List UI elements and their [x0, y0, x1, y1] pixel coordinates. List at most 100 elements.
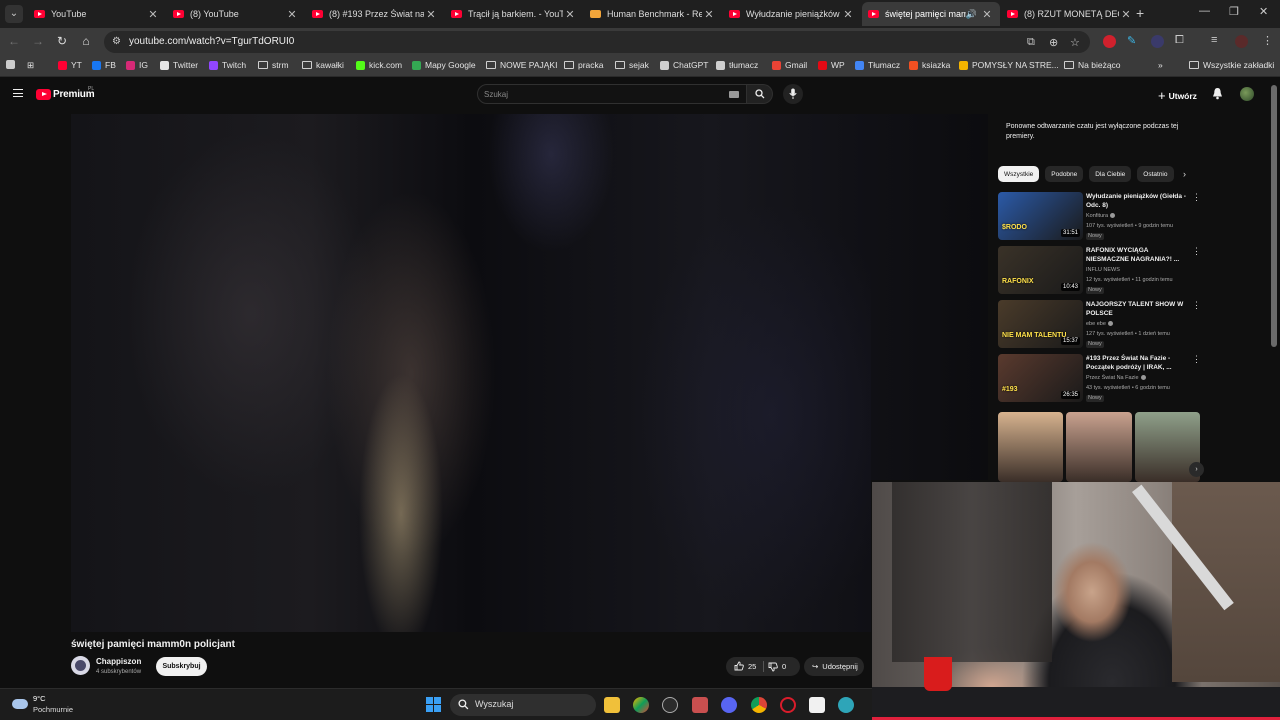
- recommendation-title[interactable]: #193 Przez Świat Na Fazie - Początek pod…: [1086, 354, 1190, 372]
- page-scrollbar[interactable]: [1271, 85, 1277, 347]
- site-info-icon[interactable]: ⚙: [112, 36, 121, 47]
- close-window-icon[interactable]: ✕: [1259, 5, 1268, 18]
- tab-close-icon[interactable]: ✕: [285, 8, 299, 21]
- recommendation-title[interactable]: RAFONIX WYCIĄGA NIESMACZNE NAGRANIA?! ..…: [1086, 246, 1190, 264]
- translate-extension-icon[interactable]: ✎: [1127, 34, 1136, 47]
- bookmark-item[interactable]: tłumacz: [716, 60, 758, 70]
- minimize-icon[interactable]: —: [1199, 5, 1210, 17]
- install-app-icon[interactable]: ⧉: [1027, 36, 1035, 49]
- app-icon-4[interactable]: [809, 697, 825, 713]
- tab-close-icon[interactable]: ✕: [424, 8, 438, 21]
- video-thumbnail[interactable]: #193 26:35: [998, 354, 1083, 402]
- recommendation-channel[interactable]: Konfitura: [1086, 213, 1116, 219]
- tab-search-button[interactable]: ⌄: [5, 5, 23, 23]
- shorts-next-icon[interactable]: ›: [1189, 462, 1204, 477]
- media-controls-icon[interactable]: ≡: [1211, 34, 1217, 46]
- recommendation-item[interactable]: NIE MAM TALENTU 15:37 NAJGORSZY TALENT SHO…: [998, 300, 1201, 348]
- discord-icon[interactable]: [721, 697, 737, 713]
- short-thumbnail[interactable]: [1066, 412, 1132, 482]
- bookmark-item[interactable]: WP: [818, 60, 845, 70]
- tab-close-icon[interactable]: ✕: [146, 8, 160, 21]
- home-icon[interactable]: ⌂: [78, 34, 94, 48]
- extensions-puzzle-icon[interactable]: ⧠: [1175, 34, 1184, 47]
- search-button[interactable]: [747, 84, 773, 104]
- zoom-icon[interactable]: ⊕: [1049, 36, 1058, 49]
- restore-icon[interactable]: ❐: [1229, 5, 1239, 18]
- weather-description[interactable]: Pochmurnie: [33, 705, 73, 714]
- channel-avatar[interactable]: [71, 656, 90, 675]
- bookmark-item[interactable]: FB: [92, 60, 116, 70]
- bookmark-star-icon[interactable]: ☆: [1070, 36, 1080, 49]
- opera-icon[interactable]: [780, 697, 796, 713]
- browser-tab[interactable]: Wyłudzanie pieniążków (✕: [723, 2, 861, 26]
- reload-icon[interactable]: ↻: [54, 34, 70, 48]
- create-button[interactable]: + Utwórz: [1158, 88, 1197, 103]
- new-tab-button[interactable]: +: [1136, 5, 1144, 21]
- video-thumbnail[interactable]: $RODO 31:51: [998, 192, 1083, 240]
- app-icon-2[interactable]: [662, 697, 678, 713]
- video-thumbnail[interactable]: RAFONIX 10:43: [998, 246, 1083, 294]
- weather-temperature[interactable]: 9°C: [33, 694, 46, 703]
- extension-icon[interactable]: [1151, 35, 1164, 48]
- filter-chip[interactable]: Ostatnio: [1137, 166, 1174, 182]
- more-actions-icon[interactable]: ⋮: [1192, 354, 1201, 365]
- bookmark-item[interactable]: ChatGPT: [660, 60, 708, 70]
- bookmark-item[interactable]: NOWE PAJĄKI: [486, 60, 557, 70]
- cloud-icon[interactable]: [12, 699, 28, 709]
- filter-chip[interactable]: Dla Ciebie: [1089, 166, 1132, 182]
- forward-icon[interactable]: →: [30, 34, 46, 48]
- browser-tab[interactable]: YouTube ✕: [28, 2, 166, 26]
- like-button[interactable]: [734, 661, 744, 673]
- more-actions-icon[interactable]: ⋮: [1192, 192, 1201, 203]
- recommendation-title[interactable]: NAJGORSZY TALENT SHOW W POLSCE: [1086, 300, 1190, 318]
- profile-icon[interactable]: [1235, 35, 1248, 48]
- bookmark-item[interactable]: Twitch: [209, 60, 246, 70]
- video-player[interactable]: [71, 114, 871, 632]
- bookmark-item[interactable]: Gmail: [772, 60, 807, 70]
- app-icon-5[interactable]: [838, 697, 854, 713]
- filter-chip[interactable]: Podobne: [1045, 166, 1084, 182]
- search-input[interactable]: [484, 88, 714, 101]
- bookmark-item[interactable]: kick.com: [356, 60, 402, 70]
- browser-tab[interactable]: świętej pamięci mam 🔊 ✕: [862, 2, 1000, 26]
- bookmark-item[interactable]: YT: [58, 60, 82, 70]
- guide-menu-icon[interactable]: [13, 89, 23, 97]
- bookmark-item[interactable]: IG: [126, 60, 148, 70]
- browser-tab[interactable]: (8) #193 Przez Świat na Fa✕: [306, 2, 444, 26]
- dislike-button[interactable]: 0: [768, 657, 786, 676]
- address-bar[interactable]: ⚙ youtube.com/watch?v=TgurTdORUI0 ⧉ ⊕ ☆: [104, 31, 1090, 53]
- recommendation-channel[interactable]: INFLU NEWS: [1086, 267, 1120, 273]
- tab-close-icon[interactable]: ✕: [841, 8, 855, 21]
- address-url[interactable]: youtube.com/watch?v=TgurTdORUI0: [129, 36, 294, 47]
- keyboard-icon[interactable]: [729, 91, 739, 98]
- all-bookmarks-folder[interactable]: Wszystkie zakładki: [1189, 60, 1274, 70]
- recommendation-item[interactable]: #193 26:35 #193 Przez Świat Na Fazie - Poc…: [998, 354, 1201, 402]
- browser-tab[interactable]: Human Benchmark - Reac✕: [584, 2, 722, 26]
- apps-grid-icon[interactable]: ⊞: [27, 60, 34, 71]
- recommendation-channel[interactable]: Przez Świat Na Fazie: [1086, 375, 1146, 381]
- bookmark-item[interactable]: Mapy Google: [412, 60, 476, 70]
- chips-next-icon[interactable]: ›: [1183, 169, 1186, 179]
- tab-close-icon[interactable]: ✕: [563, 8, 577, 21]
- more-actions-icon[interactable]: ⋮: [1192, 300, 1201, 311]
- recommendation-title[interactable]: Wyłudzanie pieniążków (Giełda - Odc. 8): [1086, 192, 1190, 210]
- tab-close-icon[interactable]: ✕: [1119, 8, 1133, 21]
- voice-search-button[interactable]: [783, 84, 803, 104]
- back-icon[interactable]: ←: [6, 34, 22, 48]
- notifications-bell-icon[interactable]: [1212, 87, 1223, 100]
- video-thumbnail[interactable]: NIE MAM TALENTU 15:37: [998, 300, 1083, 348]
- bookmark-item[interactable]: pracka: [564, 60, 604, 70]
- app-icon-3[interactable]: [692, 697, 708, 713]
- bookmark-item[interactable]: Twitter: [160, 60, 198, 70]
- file-explorer-icon[interactable]: [604, 697, 620, 713]
- sidebar-toggle-icon[interactable]: [6, 60, 19, 69]
- start-menu-icon[interactable]: [426, 697, 441, 712]
- recommendation-item[interactable]: $RODO 31:51 Wyłudzanie pieniążków (Giełda …: [998, 192, 1201, 240]
- browser-tab[interactable]: (8) RZUT MONETĄ DECY✕: [1001, 2, 1139, 26]
- chrome-icon[interactable]: [751, 697, 767, 713]
- app-icon-1[interactable]: [633, 697, 649, 713]
- more-actions-icon[interactable]: ⋮: [1192, 246, 1201, 257]
- bookmark-item[interactable]: sejak: [615, 60, 649, 70]
- channel-name[interactable]: Chappiszon: [96, 657, 141, 666]
- bookmark-item[interactable]: strm: [258, 60, 289, 70]
